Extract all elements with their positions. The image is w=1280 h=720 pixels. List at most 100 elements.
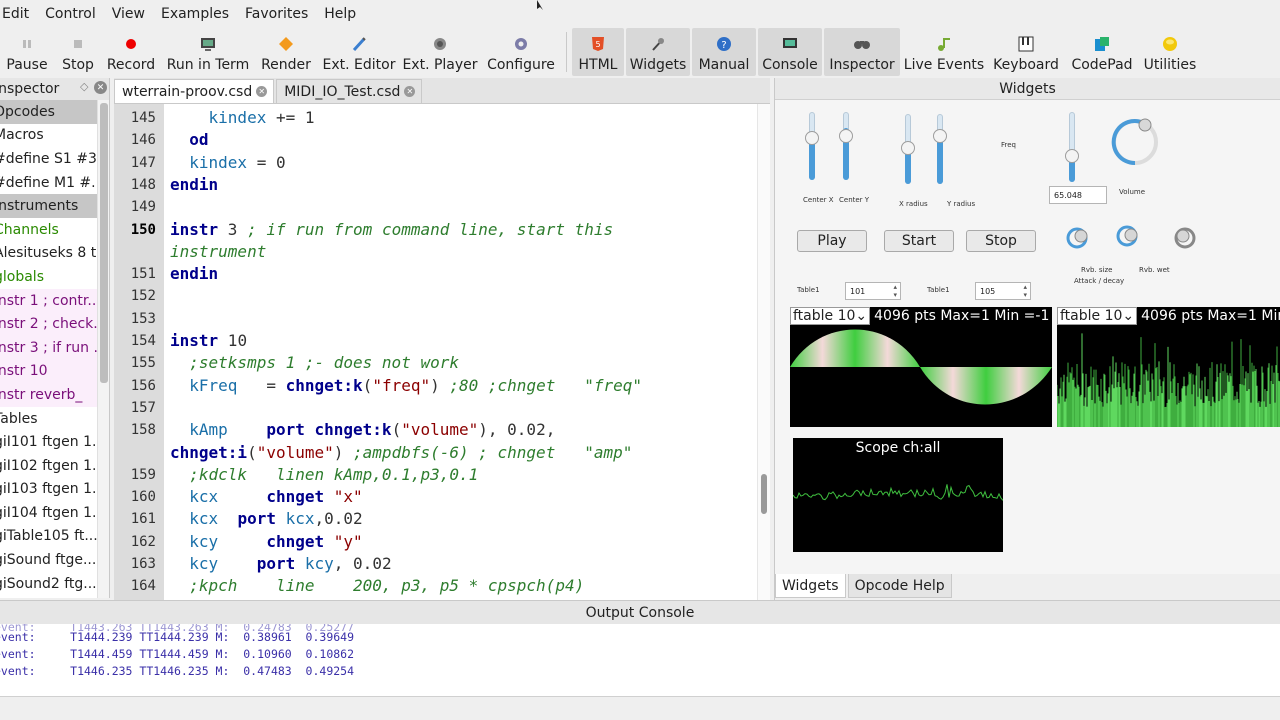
tab-widgets[interactable]: Widgets	[775, 574, 846, 598]
ftable-select-1[interactable]: ftable 10 ⌄	[790, 307, 871, 325]
ftable-select-2[interactable]: ftable 10 ⌄	[1057, 307, 1138, 325]
table1-spinner-a[interactable]: 101 ▴ ▾	[845, 282, 901, 300]
live-events-button[interactable]: Live Events	[904, 28, 984, 76]
center-x-slider[interactable]	[805, 112, 819, 180]
output-console: Output Console event: T1443.263 TT1443.2…	[0, 600, 1280, 720]
inspector-item-label: giSound ftge...	[0, 552, 97, 569]
inspector-button[interactable]: Inspector	[824, 28, 900, 76]
ftable-graph-1[interactable]: ftable 10 ⌄ 4096 pts Max=1 Min =-1	[790, 307, 1052, 427]
code-token: ), 0.02,	[478, 420, 556, 440]
y-radius-slider[interactable]	[933, 114, 947, 184]
inspector-category[interactable]: Instruments	[0, 194, 109, 218]
manual-button[interactable]: ? Manual	[692, 28, 756, 76]
inspector-item[interactable]: giI101 ftgen 1...	[0, 430, 109, 454]
table1-spinner-b[interactable]: 105 ▴ ▾	[975, 282, 1031, 300]
menu-help[interactable]: Help	[316, 6, 364, 22]
inspector-item[interactable]: globals	[0, 265, 109, 289]
configure-label: Configure	[487, 57, 555, 73]
close-icon[interactable]: ✕	[94, 81, 107, 94]
line-number: 154	[130, 333, 156, 349]
freq-value-field[interactable]: 65.048	[1049, 186, 1107, 204]
inspector-item[interactable]: instr 3 ; if run ...	[0, 335, 109, 360]
float-icon[interactable]: ◇	[80, 80, 88, 93]
configure-button[interactable]: Configure	[486, 28, 556, 76]
stop-widget-button[interactable]: Stop	[966, 230, 1036, 252]
record-button[interactable]: Record	[105, 28, 157, 76]
inspector-scrollbar[interactable]	[97, 100, 109, 598]
ftable-info-2: 4096 pts Max=1 Min =0	[1141, 308, 1280, 324]
inspector-item-label: #define M1 #...	[0, 174, 105, 191]
code-token: (	[391, 420, 402, 440]
stop-button[interactable]: Stop	[58, 28, 98, 76]
html-button[interactable]: 5 HTML	[572, 28, 624, 76]
inspector-item[interactable]: instr 2 ; check...	[0, 312, 109, 336]
rvb-wet-knob[interactable]	[1171, 224, 1199, 252]
line-number: 160	[130, 489, 156, 506]
volume-knob[interactable]	[1109, 116, 1161, 168]
close-tab-icon[interactable]: ✕	[404, 86, 416, 97]
inspector-item[interactable]: instr 10	[0, 359, 109, 384]
tab-wterrain-proov[interactable]: wterrain-proov.csd ✕	[114, 79, 275, 103]
inspector-item[interactable]: Macros	[0, 124, 109, 148]
menu-favorites[interactable]: Favorites	[237, 6, 316, 22]
inspector-item[interactable]: giI104 ftgen 1...	[0, 501, 109, 525]
code-token: kcy	[189, 554, 219, 573]
editor-scroll-thumb[interactable]	[761, 474, 767, 514]
ftable-graph-2[interactable]: ftable 10⌄4096 pts Max=1 Min =0	[1057, 307, 1280, 427]
console-output[interactable]: event: T1443.263 TT1443.263 M: 0.24783 0…	[0, 624, 1280, 698]
inspector-item[interactable]: Tables	[0, 407, 109, 431]
code-area[interactable]: 145 146 147 148 149 150 151 152 153 154 155 156 157 1…	[114, 104, 770, 600]
inspector-item[interactable]: instr 1 ; contr...	[0, 288, 109, 313]
code-token: chnget	[266, 487, 325, 507]
editor-scrollbar[interactable]	[757, 104, 770, 600]
inspector-item[interactable]: instr reverb_	[0, 383, 109, 407]
inspector-item[interactable]: Channels	[0, 218, 109, 242]
menu-edit[interactable]: Edit	[0, 6, 37, 22]
code-token: , 0.02	[333, 554, 392, 573]
ext-editor-button[interactable]: Ext. Editor	[322, 28, 396, 76]
inspector-item[interactable]: Alesituseks 8 t...	[0, 242, 109, 266]
inspector-category[interactable]: Opcodes	[0, 100, 109, 124]
code-token: :k	[343, 375, 363, 395]
pen-icon	[351, 34, 367, 54]
code-line: kAmp port chnget:k("volume"), 0.02,	[170, 420, 555, 440]
menu-view[interactable]: View	[104, 6, 153, 22]
inspector-item[interactable]: #define S1 #3...	[0, 147, 109, 171]
inspector-item[interactable]: giTable105 ft...	[0, 525, 109, 549]
tab-opcode-help[interactable]: Opcode Help	[847, 574, 952, 598]
rvb-size-knob[interactable]	[1063, 224, 1091, 252]
menu-examples[interactable]: Examples	[153, 6, 237, 22]
line-number: 162	[130, 533, 156, 550]
menu-bar: Edit Control View Examples Favorites Hel…	[0, 0, 1280, 28]
inspector-item[interactable]: giSound ftge...	[0, 548, 109, 572]
inspector-scroll-thumb[interactable]	[100, 103, 108, 383]
utilities-button[interactable]: Utilities	[1142, 28, 1198, 76]
toolbar: Pause Stop Record Run in Term Render Ext…	[0, 28, 1280, 78]
keyboard-button[interactable]: Keyboard	[992, 28, 1060, 76]
inspector-item[interactable]: giSound2 ftg...	[0, 572, 109, 596]
code-line: kindex = 0	[170, 153, 285, 173]
inspector-item[interactable]: #define M1 #...	[0, 171, 109, 195]
pause-label: Pause	[6, 57, 48, 73]
tab-midi-io-test[interactable]: MIDI_IO_Test.csd ✕	[276, 79, 423, 103]
close-tab-icon[interactable]: ✕	[256, 86, 268, 97]
run-in-term-button[interactable]: Run in Term	[166, 28, 250, 76]
widgets-panel: Widgets Center X Center Y X radius Y rad…	[774, 78, 1280, 600]
play-button[interactable]: Play	[797, 230, 867, 252]
inspector-item[interactable]: giI103 ftgen 1...	[0, 478, 109, 502]
center-y-slider[interactable]	[839, 112, 853, 180]
codepad-button[interactable]: CodePad	[1068, 28, 1136, 76]
attack-decay-knob[interactable]	[1113, 222, 1141, 250]
x-radius-slider[interactable]	[901, 114, 915, 184]
console-button[interactable]: Console	[758, 28, 822, 76]
pause-button[interactable]: Pause	[2, 28, 52, 76]
start-button[interactable]: Start	[884, 230, 954, 252]
console-line: event: T1444.459 TT1444.459 M: 0.10960 0…	[0, 647, 355, 661]
render-button[interactable]: Render	[259, 28, 313, 76]
ext-player-button[interactable]: Ext. Player	[402, 28, 478, 76]
freq-slider[interactable]	[1065, 112, 1079, 182]
inspector-item[interactable]: giI102 ftgen 1...	[0, 454, 109, 478]
widgets-button[interactable]: Widgets	[626, 28, 690, 76]
menu-control[interactable]: Control	[37, 6, 104, 22]
